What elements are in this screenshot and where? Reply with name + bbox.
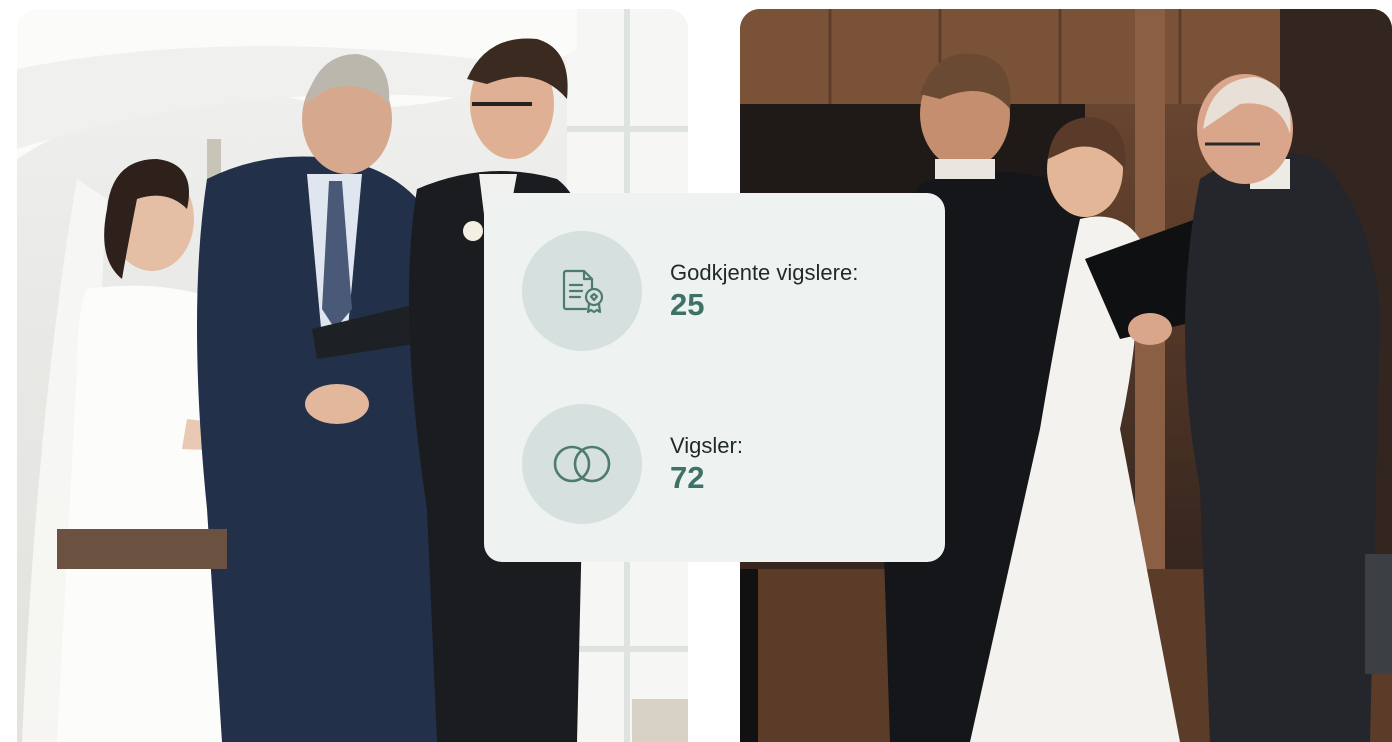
- stat-label: Godkjente vigslere:: [670, 260, 859, 285]
- stat-value: 25: [670, 287, 705, 322]
- page: Godkjente vigslere: 25 Vigsler: 72: [0, 0, 1392, 742]
- certificate-icon: [522, 231, 642, 351]
- stat-value: 72: [670, 460, 705, 495]
- stat-weddings: Vigsler: 72: [522, 404, 743, 524]
- stat-approved-officiants: Godkjente vigslere: 25: [522, 231, 858, 351]
- stat-label: Vigsler:: [670, 433, 743, 458]
- stats-card: Godkjente vigslere: 25 Vigsler: 72: [484, 193, 945, 562]
- rings-icon: [522, 404, 642, 524]
